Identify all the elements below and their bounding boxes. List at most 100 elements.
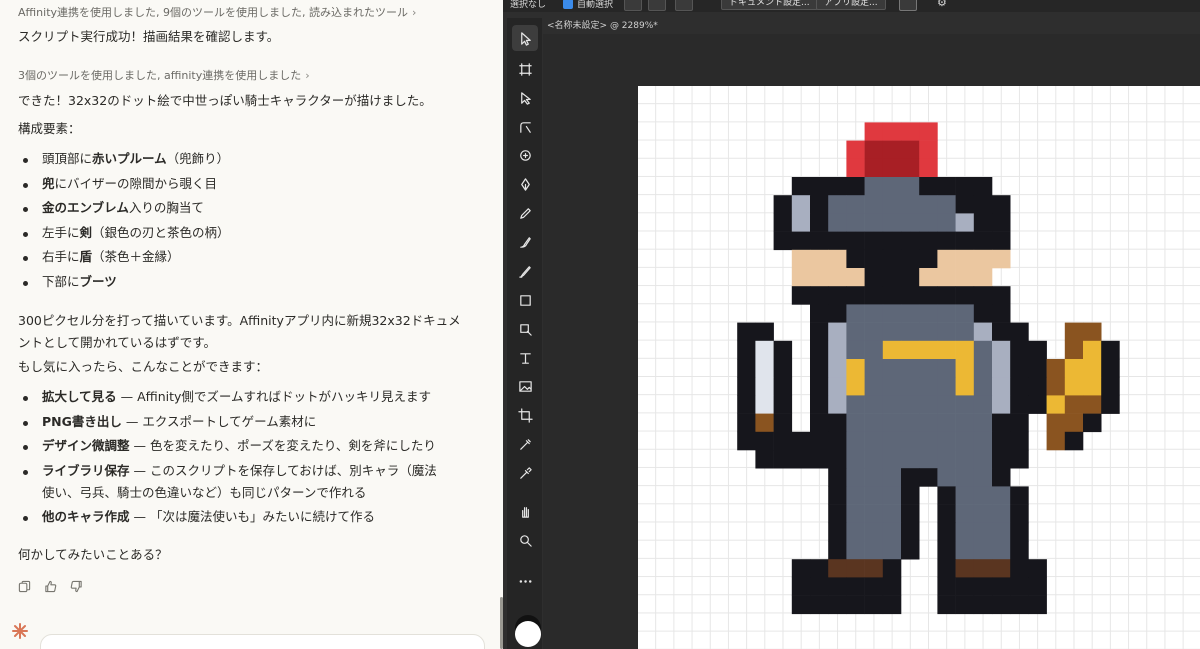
frame-text-tool-icon[interactable] [516, 349, 534, 367]
zoom-tool-icon[interactable] [516, 531, 534, 549]
tool-usage-summary-2[interactable]: 3個のツールを使用しました, affinity連携を使用しました › [18, 67, 310, 83]
sprite-pixel [937, 431, 956, 451]
sprite-pixel [791, 268, 811, 287]
sprite-pixel [773, 340, 793, 360]
sprite-pixel [791, 431, 811, 451]
sprite-pixel [937, 504, 956, 524]
list-item: 下部にブーツ [18, 271, 230, 296]
grid-icon[interactable] [899, 0, 917, 11]
sprite-pixel [846, 504, 865, 524]
corner-tool-icon[interactable] [516, 118, 534, 136]
sprite-pixel [882, 395, 902, 414]
sprite-pixel [1010, 486, 1029, 505]
rectangle-tool-icon[interactable] [516, 291, 534, 309]
vector-crop-tool-icon[interactable] [516, 146, 534, 164]
sprite-pixel [846, 268, 865, 287]
sprite-pixel [1083, 340, 1102, 360]
sprite-pixel [937, 359, 956, 378]
sprite-pixel [864, 249, 884, 269]
paint-brush-tool-icon[interactable] [516, 262, 534, 280]
result-message-2: できた！32x32のドット絵で中世っぽい騎士キャラクターが描けました。 [18, 93, 432, 108]
sprite-pixel [1083, 359, 1102, 378]
gear-icon[interactable]: ⚙ [937, 0, 947, 9]
color-swatch[interactable] [515, 621, 541, 647]
vector-brush-tool-icon[interactable] [516, 233, 534, 251]
thumbs-up-icon[interactable] [43, 579, 57, 593]
sprite-pixel [937, 377, 956, 396]
sprite-pixel [901, 377, 920, 396]
auto-select-checkbox[interactable] [563, 0, 573, 9]
canvas-area[interactable] [543, 34, 1200, 649]
pen-tool-icon[interactable] [516, 175, 534, 193]
app-settings-button[interactable]: アプリ設定... [816, 0, 886, 10]
sprite-pixel [992, 249, 1011, 269]
sprite-pixel [755, 450, 774, 469]
sprite-pixel [973, 249, 993, 269]
sprite-pixel [973, 286, 993, 305]
artboard-tool-icon[interactable] [516, 60, 534, 78]
sprite-pixel [755, 395, 774, 414]
sprite-pixel [828, 322, 847, 342]
sprite-pixel [955, 468, 975, 487]
sprite-pixel [828, 286, 847, 305]
sprite-pixel [955, 249, 975, 269]
sprite-pixel [828, 249, 847, 269]
sprite-pixel [901, 522, 920, 542]
sprite-pixel [992, 340, 1011, 360]
node-tool-icon[interactable] [516, 89, 534, 107]
pencil-tool-icon[interactable] [516, 204, 534, 222]
tools-panel [507, 18, 542, 649]
sprite-pixel [846, 177, 865, 196]
color-picker-tool-icon[interactable] [516, 464, 534, 482]
sprite-pixel [737, 431, 756, 451]
image-tool-icon[interactable] [516, 377, 534, 395]
sprite-pixel [937, 213, 956, 232]
chat-panel: Affinity連携を使用しました, 9個のツールを使用しました, 読み込まれた… [0, 0, 503, 649]
sprite-pixel [864, 122, 884, 141]
sprite-pixel [955, 359, 975, 378]
sprite-pixel [882, 122, 902, 141]
sprite-pixel [1064, 431, 1084, 451]
list-item: 左手に剣（銀色の刃と茶色の柄） [18, 222, 230, 247]
copy-icon[interactable] [17, 579, 31, 593]
sprite-pixel [864, 504, 884, 524]
eyedropper-tool-icon[interactable] [516, 435, 534, 453]
thumbs-down-icon[interactable] [69, 579, 83, 593]
sprite-pixel [882, 177, 902, 196]
sprite-pixel [846, 522, 865, 542]
layer-mode-button[interactable] [675, 0, 693, 11]
crop-tool-icon[interactable] [516, 406, 534, 424]
sprite-pixel [882, 377, 902, 396]
sprite-pixel [955, 450, 975, 469]
artboard[interactable] [638, 86, 1200, 649]
sprite-pixel [810, 595, 829, 615]
sprite-pixel [882, 504, 902, 524]
sprite-pixel [901, 504, 920, 524]
sprite-pixel [828, 395, 847, 414]
sprite-pixel [882, 213, 902, 232]
message-input-box[interactable] [40, 634, 485, 649]
document-tab[interactable]: <名称未設定> @ 2289%* [547, 18, 658, 31]
more-tools-icon[interactable] [516, 572, 534, 590]
sprite-pixel [828, 304, 847, 323]
sprite-pixel [882, 450, 902, 469]
lasso-mode-button[interactable] [648, 0, 666, 11]
sprite-pixel [901, 340, 920, 360]
sprite-pixel [773, 413, 793, 433]
sprite-pixel [828, 559, 847, 578]
document-settings-button[interactable]: ドキュメント設定... [721, 0, 818, 10]
tool-usage-summary-1[interactable]: Affinity連携を使用しました, 9個のツールを使用しました, 読み込まれた… [18, 4, 416, 20]
selection-brush-tool-icon[interactable] [516, 320, 534, 338]
sprite-pixel [901, 158, 920, 178]
select-mode-button[interactable] [624, 0, 642, 11]
hand-tool-icon[interactable] [516, 502, 534, 520]
sprite-pixel [864, 431, 884, 451]
sprite-pixel [1010, 431, 1029, 451]
sprite-pixel [1064, 413, 1084, 433]
move-tool-icon[interactable] [512, 25, 538, 51]
sprite-pixel [737, 413, 756, 433]
sprite-pixel [937, 577, 956, 596]
sprite-pixel [810, 559, 829, 578]
tool-usage-text: Affinity連携を使用しました, 9個のツールを使用しました, 読み込まれた… [18, 6, 408, 19]
sprite-pixel [937, 249, 956, 269]
